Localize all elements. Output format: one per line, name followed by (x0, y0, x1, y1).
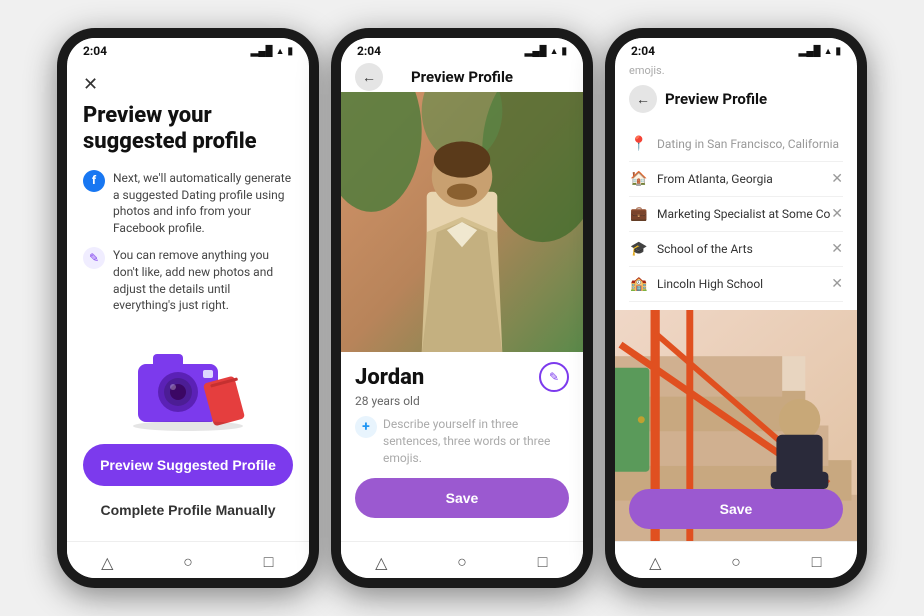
profile-name: Jordan (355, 365, 424, 390)
status-bar-2: 2:04 ▂▄█ ▲ ▮ (341, 38, 583, 62)
home-nav-icon-3[interactable]: ○ (724, 550, 748, 574)
pencil-info-item: ✎ You can remove anything you don't like… (83, 247, 293, 314)
time-2: 2:04 (357, 44, 381, 58)
pencil-icon: ✎ (83, 247, 105, 269)
remove-job-button[interactable]: ✕ (831, 206, 843, 222)
status-icons-3: ▂▄█ ▲ ▮ (799, 46, 841, 57)
fb-info-item: f Next, we'll automatically generate a s… (83, 170, 293, 237)
location-text: Dating in San Francisco, California (657, 137, 839, 151)
home-nav-icon[interactable]: ○ (176, 550, 200, 574)
back-button-2[interactable]: ← (355, 63, 383, 91)
profile-info: Jordan ✎ 28 years old + Describe yoursel… (341, 352, 583, 541)
info-text-1: Next, we'll automatically generate a sug… (113, 170, 293, 237)
signal-icon-2: ▂▄█ (525, 46, 547, 57)
time-1: 2:04 (83, 44, 107, 58)
from-text: From Atlanta, Georgia (657, 172, 773, 186)
signal-icon: ▂▄█ (251, 46, 273, 57)
detail-row-job: 💼 Marketing Specialist at Some Co ✕ (629, 197, 843, 232)
graduation-icon: 🎓 (629, 239, 649, 259)
phone-1: 2:04 ▂▄█ ▲ ▮ ✕ Preview your suggested pr… (57, 28, 319, 588)
details-list: 📍 Dating in San Francisco, California 🏠 … (615, 119, 857, 310)
save-overlay: Save (629, 489, 843, 529)
remove-school2-button[interactable]: ✕ (831, 276, 843, 292)
battery-icon-3: ▮ (835, 46, 841, 57)
home-nav-icon-2[interactable]: ○ (450, 550, 474, 574)
bio-placeholder: Describe yourself in three sentences, th… (383, 416, 569, 466)
action-buttons: Preview Suggested Profile Complete Profi… (83, 444, 293, 540)
status-bar-3: 2:04 ▂▄█ ▲ ▮ (615, 38, 857, 62)
detail-row-location: 📍 Dating in San Francisco, California (629, 127, 843, 162)
home-icon: 🏠 (629, 169, 649, 189)
back-nav-icon[interactable]: △ (95, 550, 119, 574)
battery-icon-2: ▮ (561, 46, 567, 57)
wifi-icon-2: ▲ (550, 46, 559, 57)
save-button-2[interactable]: Save (355, 478, 569, 518)
header-continuation: emojis. (615, 62, 857, 79)
battery-icon: ▮ (287, 46, 293, 57)
back-nav-icon-3[interactable]: △ (643, 550, 667, 574)
school2-text: Lincoln High School (657, 277, 763, 291)
wifi-icon: ▲ (276, 46, 285, 57)
status-icons-1: ▂▄█ ▲ ▮ (251, 46, 293, 57)
save-button-3[interactable]: Save (629, 489, 843, 529)
phone-3: 2:04 ▂▄█ ▲ ▮ emojis. ← Preview Profile (605, 28, 867, 588)
status-bar-1: 2:04 ▂▄█ ▲ ▮ (67, 38, 309, 62)
wifi-icon-3: ▲ (824, 46, 833, 57)
bottom-nav-1: △ ○ □ (67, 541, 309, 578)
preview-suggested-button[interactable]: Preview Suggested Profile (83, 444, 293, 486)
time-3: 2:04 (631, 44, 655, 58)
nav-bar-3: ← Preview Profile (615, 79, 857, 119)
remove-from-button[interactable]: ✕ (831, 171, 843, 187)
close-button[interactable]: ✕ (83, 74, 293, 95)
nav-bar-2: ← Preview Profile (341, 62, 583, 92)
location-icon: 📍 (629, 134, 649, 154)
recents-nav-icon[interactable]: □ (257, 550, 281, 574)
nav-title-2: Preview Profile (411, 68, 513, 86)
camera-illustration (118, 334, 258, 434)
back-nav-icon-2[interactable]: △ (369, 550, 393, 574)
back-button-3[interactable]: ← (629, 85, 657, 113)
profile-age: 28 years old (355, 394, 569, 408)
profile-photo-area (341, 92, 583, 352)
recents-nav-icon-2[interactable]: □ (531, 550, 555, 574)
signal-icon-3: ▂▄█ (799, 46, 821, 57)
briefcase-icon: 💼 (629, 204, 649, 224)
detail-row-school1: 🎓 School of the Arts ✕ (629, 232, 843, 267)
remove-school1-button[interactable]: ✕ (831, 241, 843, 257)
phone-2: 2:04 ▂▄█ ▲ ▮ ← Preview Profile (331, 28, 593, 588)
complete-manually-button[interactable]: Complete Profile Manually (83, 492, 293, 528)
second-photo-area: Save (615, 310, 857, 541)
detail-row-school2: 🏫 Lincoln High School ✕ (629, 267, 843, 302)
edit-button[interactable]: ✎ (539, 362, 569, 392)
nav-title-3: Preview Profile (665, 90, 767, 108)
facebook-icon: f (83, 170, 105, 192)
school1-text: School of the Arts (657, 242, 753, 256)
bottom-nav-2: △ ○ □ (341, 541, 583, 578)
profile-photo-svg (341, 92, 583, 352)
add-bio-icon[interactable]: + (355, 416, 377, 438)
page-title-1: Preview your suggested profile (83, 103, 293, 156)
status-icons-2: ▂▄█ ▲ ▮ (525, 46, 567, 57)
info-text-2: You can remove anything you don't like, … (113, 247, 293, 314)
detail-row-from: 🏠 From Atlanta, Georgia ✕ (629, 162, 843, 197)
recents-nav-icon-3[interactable]: □ (805, 550, 829, 574)
illustration (83, 324, 293, 444)
bottom-nav-3: △ ○ □ (615, 541, 857, 578)
bio-area: + Describe yourself in three sentences, … (355, 416, 569, 466)
job-text: Marketing Specialist at Some Co (657, 207, 830, 221)
school-icon: 🏫 (629, 274, 649, 294)
